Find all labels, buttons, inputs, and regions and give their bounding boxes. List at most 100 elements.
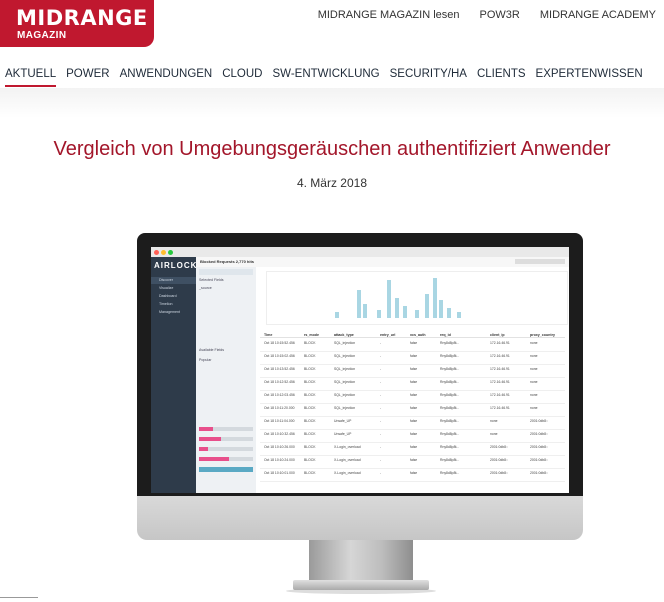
table-cell: false <box>410 458 418 462</box>
table-cell: Rny8d8p8t... <box>440 406 460 410</box>
table-cell: Rny8d8p8t... <box>440 458 460 462</box>
table-cell: SQL_injection <box>334 341 356 345</box>
table-cell: Oct 18 10:11:04.000 <box>264 419 295 423</box>
app-sidebar: AIRLOCK Discover Visualize Dashboard Tim… <box>151 257 196 493</box>
table-cell: Oct 18 10:10:01.000 <box>264 471 295 475</box>
table-cell: none <box>490 432 498 436</box>
table-cell: Oct 18 10:10:32.456 <box>264 432 295 436</box>
table-cell: 2001:0db8:: <box>490 458 508 462</box>
table-cell: 172.16.46.91 <box>490 341 510 345</box>
table-cell: SQL_injection <box>334 354 356 358</box>
table-cell: BLOCK <box>304 380 316 384</box>
sidebar-item-visualize[interactable]: Visualize <box>151 285 196 292</box>
table-cell: 2001:0db8:: <box>530 471 548 475</box>
table-cell: Oct 18 10:13:52.456 <box>264 367 295 371</box>
table-row[interactable]: Oct 18 10:15:02.456 BLOCK SQL_injection - fa… <box>260 352 565 365</box>
table-cell: Rny8d8p8t... <box>440 341 460 345</box>
field-panel: Selected Fields _source Available Fields… <box>196 267 257 493</box>
nav-item-expertenwissen[interactable]: EXPERTENWISSEN <box>536 64 643 87</box>
table-row[interactable]: Oct 18 10:10:01.000 BLOCK X-Login_overload… <box>260 469 565 482</box>
app-main: Time rs_mode attack_type entry_url xcs_a… <box>256 267 569 493</box>
table-row[interactable]: Oct 18 10:10:32.456 BLOCK Unsafe_UP - false R… <box>260 430 565 443</box>
table-cell: Rny8d8p8t... <box>440 380 460 384</box>
table-cell: - <box>380 445 382 449</box>
table-cell: - <box>380 406 382 410</box>
table-cell: 2001:0db8:: <box>490 445 508 449</box>
table-cell: Rny8d8p8t... <box>440 393 460 397</box>
table-cell: false <box>410 419 418 423</box>
fields-popular-label: Popular <box>199 358 212 362</box>
brand-logo[interactable]: MIDRANGE MAGAZIN <box>0 0 154 47</box>
table-cell: Oct 18 10:10:26.000 <box>264 445 295 449</box>
table-row[interactable]: Oct 18 10:12:03.456 BLOCK SQL_injection - fa… <box>260 391 565 404</box>
imac-screen: AIRLOCK Discover Visualize Dashboard Tim… <box>151 247 569 493</box>
histogram <box>266 271 568 325</box>
table-cell: 2001:0db8:: <box>530 419 548 423</box>
table-cell: BLOCK <box>304 367 316 371</box>
main-nav: AKTUELL POWER ANWENDUNGEN CLOUD SW-ENTWI… <box>0 64 664 89</box>
table-cell: X-Login_overload <box>334 471 361 475</box>
table-cell: BLOCK <box>304 341 316 345</box>
table-cell: 172.16.46.91 <box>490 380 510 384</box>
table-cell: 172.16.46.91 <box>490 406 510 410</box>
table-cell: - <box>380 419 382 423</box>
table-cell: 172.16.46.91 <box>490 354 510 358</box>
nav-item-power[interactable]: POWER <box>66 64 109 87</box>
table-row[interactable]: Oct 18 10:15:52.456 BLOCK SQL_injection - fa… <box>260 339 565 352</box>
sidebar-item-discover[interactable]: Discover <box>151 277 196 284</box>
table-cell: Oct 18 10:15:52.456 <box>264 341 295 345</box>
brand-name: MIDRANGE <box>16 6 148 30</box>
table-cell: Oct 18 10:12:52.456 <box>264 380 295 384</box>
table-cell: - <box>380 367 382 371</box>
nav-item-anwendungen[interactable]: ANWENDUNGEN <box>120 64 213 87</box>
table-cell: none <box>490 419 498 423</box>
nav-item-sw-entwicklung[interactable]: SW-ENTWICKLUNG <box>273 64 380 87</box>
table-cell: 2001:0db8:: <box>530 458 548 462</box>
table-cell: Oct 18 10:12:03.456 <box>264 393 295 397</box>
imac-stand <box>309 540 413 582</box>
table-cell: SQL_injection <box>334 406 356 410</box>
nav-item-security[interactable]: SECURITY/HA <box>390 64 467 87</box>
top-links: MIDRANGE MAGAZIN lesen POW3R MIDRANGE AC… <box>318 9 656 21</box>
table-row[interactable]: Oct 18 10:10:24.000 BLOCK X-Login_overload… <box>260 456 565 469</box>
table-cell: false <box>410 406 418 410</box>
toolbar-title: Blocked Requests 2,770 hits <box>200 259 255 264</box>
table-cell: BLOCK <box>304 406 316 410</box>
table-cell: false <box>410 393 418 397</box>
table-row[interactable]: Oct 18 10:11:20.000 BLOCK SQL_injection - fa… <box>260 404 565 417</box>
nav-item-cloud[interactable]: CLOUD <box>222 64 262 87</box>
table-cell: none <box>530 354 538 358</box>
table-row[interactable]: Oct 18 10:11:04.000 BLOCK Unsafe_UP - false R… <box>260 417 565 430</box>
table-cell: false <box>410 432 418 436</box>
nav-item-clients[interactable]: CLIENTS <box>477 64 526 87</box>
table-cell: 2001:0db8:: <box>490 471 508 475</box>
table-cell: X-Login_overload <box>334 445 361 449</box>
table-cell: false <box>410 380 418 384</box>
table-cell: false <box>410 471 418 475</box>
imac-monitor: AIRLOCK Discover Visualize Dashboard Tim… <box>137 233 583 496</box>
sidebar-item-timelion[interactable]: Timelion <box>151 301 196 308</box>
fields-source[interactable]: _source <box>199 285 212 291</box>
sidebar-item-management[interactable]: Management <box>151 309 196 316</box>
top-link-magazin[interactable]: MIDRANGE MAGAZIN lesen <box>318 9 460 21</box>
table-cell: Rny8d8p8t... <box>440 432 460 436</box>
top-link-pow3r[interactable]: POW3R <box>480 9 520 21</box>
table-cell: SQL_injection <box>334 367 356 371</box>
table-cell: - <box>380 458 382 462</box>
table-cell: - <box>380 341 382 345</box>
table-cell: Unsafe_UP <box>334 432 352 436</box>
table-row[interactable]: Oct 18 10:10:26.000 BLOCK X-Login_overload… <box>260 443 565 456</box>
table-cell: X-Login_overload <box>334 458 361 462</box>
nav-item-aktuell[interactable]: AKTUELL <box>5 64 57 87</box>
table-row[interactable]: Oct 18 10:13:52.456 BLOCK SQL_injection - fa… <box>260 365 565 378</box>
top-link-academy[interactable]: MIDRANGE ACADEMY <box>540 9 656 21</box>
table-cell: Rny8d8p8t... <box>440 354 460 358</box>
table-cell: 2001:0db8:: <box>530 445 548 449</box>
table-row[interactable]: Oct 18 10:12:52.456 BLOCK SQL_injection - fa… <box>260 378 565 391</box>
sidebar-item-dashboard[interactable]: Dashboard <box>151 293 196 300</box>
article-date: 4. März 2018 <box>296 176 368 190</box>
table-cell: Oct 18 10:15:02.456 <box>264 354 295 358</box>
table-cell: Rny8d8p8t... <box>440 367 460 371</box>
table-cell: none <box>530 406 538 410</box>
airlock-logo: AIRLOCK <box>154 261 198 270</box>
